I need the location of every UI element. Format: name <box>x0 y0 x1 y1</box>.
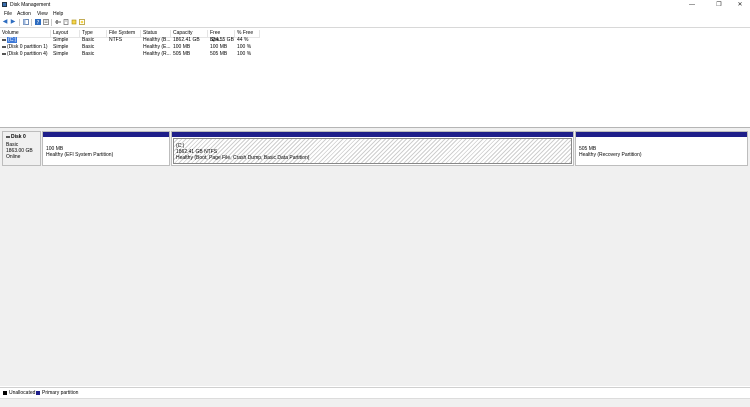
volume-name: (C:) <box>7 37 18 43</box>
connect-icon[interactable] <box>55 19 61 25</box>
column-percent-free[interactable]: % Free <box>235 30 260 37</box>
menu-help[interactable]: Help <box>53 11 63 17</box>
column-type[interactable]: Type <box>80 30 107 37</box>
console-tree-icon[interactable] <box>23 19 29 25</box>
disk-0-label[interactable]: Disk 0 Basic 1863.00 GB Online <box>2 131 41 166</box>
free-space-cell: 100 MB <box>210 44 228 50</box>
wizard-icon[interactable] <box>79 19 85 25</box>
volume-list: Volume Layout Type File System Status Ca… <box>0 30 750 128</box>
column-volume[interactable]: Volume <box>0 30 51 37</box>
column-status[interactable]: Status <box>141 30 171 37</box>
legend-label: Unallocated <box>9 390 36 396</box>
percent-free-cell: 44 % <box>237 37 249 43</box>
partition-c[interactable]: (C:) 1862.41 GB NTFS Healthy (Boot, Page… <box>171 131 574 166</box>
partition-status: Healthy (Boot, Page File, Crash Dump, Ba… <box>176 155 310 161</box>
drive-icon <box>2 38 6 41</box>
free-space-cell: 824.55 GB <box>210 37 234 43</box>
partition-efi[interactable]: 100 MB Healthy (EFI System Partition) <box>42 131 170 166</box>
capacity-cell: 505 MB <box>173 51 191 57</box>
type-cell: Basic <box>82 44 95 50</box>
disk-state: Online <box>6 154 21 160</box>
column-file-system[interactable]: File System <box>107 30 141 37</box>
partition-status: Healthy (Recovery Partition) <box>579 152 642 158</box>
status-cell: Healthy (E... <box>143 44 171 50</box>
volume-name: (Disk 0 partition 1) <box>7 44 48 50</box>
partition-status: Healthy (EFI System Partition) <box>46 152 114 158</box>
layout-cell: Simple <box>53 37 69 43</box>
back-arrow-icon[interactable]: ◀ <box>2 19 8 25</box>
volume-cell: (C:) <box>0 37 51 44</box>
drive-icon <box>2 45 6 48</box>
type-cell: Basic <box>82 51 95 57</box>
column-free-space[interactable]: Free Spa... <box>208 30 235 43</box>
partition-body: (C:) 1862.41 GB NTFS Healthy (Boot, Page… <box>173 138 572 164</box>
legend-label: Primary partition <box>42 390 79 396</box>
primary-partition-bar <box>172 132 573 137</box>
column-layout[interactable]: Layout <box>51 30 80 37</box>
toolbar-separator <box>31 19 32 26</box>
disk-icon <box>6 135 10 138</box>
volume-row[interactable]: (Disk 0 partition 4) Simple Basic Health… <box>0 51 260 58</box>
capacity-cell: 100 MB <box>173 44 191 50</box>
volume-cell: (Disk 0 partition 4) <box>0 51 51 58</box>
properties-icon[interactable] <box>43 19 49 25</box>
volume-row[interactable]: (Disk 0 partition 1) Simple Basic Health… <box>0 44 260 51</box>
column-capacity[interactable]: Capacity <box>171 30 208 37</box>
file-system-cell <box>107 44 141 51</box>
window-title: Disk Management <box>10 2 51 8</box>
volume-row[interactable]: (C:) Simple Basic NTFS Healthy (B... 186… <box>0 37 260 44</box>
layout-cell: Simple <box>53 51 69 57</box>
menu-bar: File Action View Help <box>0 10 750 18</box>
status-cell: Healthy (B... <box>143 37 171 43</box>
capacity-cell: 1862.41 GB <box>173 37 200 43</box>
refresh-icon[interactable] <box>71 19 77 25</box>
file-system-cell: NTFS <box>109 37 123 43</box>
unallocated-swatch <box>3 390 7 395</box>
graphical-disk-view: Disk 0 Basic 1863.00 GB Online 100 MB He… <box>0 128 750 386</box>
volume-cell: (Disk 0 partition 1) <box>0 44 51 51</box>
partition-body: 100 MB Healthy (EFI System Partition) <box>44 138 168 164</box>
free-space-cell: 505 MB <box>210 51 228 57</box>
legend: Unallocated Primary partition <box>0 387 750 398</box>
partition-body: 505 MB Healthy (Recovery Partition) <box>577 138 746 164</box>
menu-view[interactable]: View <box>37 11 48 17</box>
menu-action[interactable]: Action <box>17 11 31 17</box>
percent-free-cell: 100 % <box>237 51 252 57</box>
percent-free-cell: 100 % <box>237 44 252 50</box>
partition-recovery[interactable]: 505 MB Healthy (Recovery Partition) <box>575 131 748 166</box>
primary-partition-swatch <box>36 390 40 395</box>
minimize-button[interactable]: — <box>680 0 704 10</box>
toolbar: ◀ ▶ ? <box>0 18 750 28</box>
disk-name: Disk 0 <box>11 134 26 140</box>
disk-name-line: Disk 0 <box>6 134 26 140</box>
status-cell: Healthy (R... <box>143 51 171 57</box>
toolbar-separator <box>19 19 20 26</box>
file-system-cell <box>107 51 141 58</box>
title-bar: Disk Management — ❐ ✕ <box>0 0 750 10</box>
legend-primary-partition: Primary partition <box>36 390 78 396</box>
rescan-icon[interactable] <box>63 19 69 25</box>
disk-management-app-icon <box>2 2 7 7</box>
menu-file[interactable]: File <box>4 11 12 17</box>
layout-cell: Simple <box>53 44 69 50</box>
primary-partition-bar <box>576 132 747 137</box>
close-button[interactable]: ✕ <box>728 0 750 10</box>
primary-partition-bar <box>43 132 169 137</box>
toolbar-separator <box>51 19 52 26</box>
volume-name: (Disk 0 partition 4) <box>7 51 48 57</box>
help-icon[interactable]: ? <box>35 19 41 25</box>
legend-unallocated: Unallocated <box>3 390 35 396</box>
svg-text:?: ? <box>37 20 40 25</box>
forward-arrow-icon[interactable]: ▶ <box>10 19 16 25</box>
drive-icon <box>2 52 6 55</box>
type-cell: Basic <box>82 37 95 43</box>
